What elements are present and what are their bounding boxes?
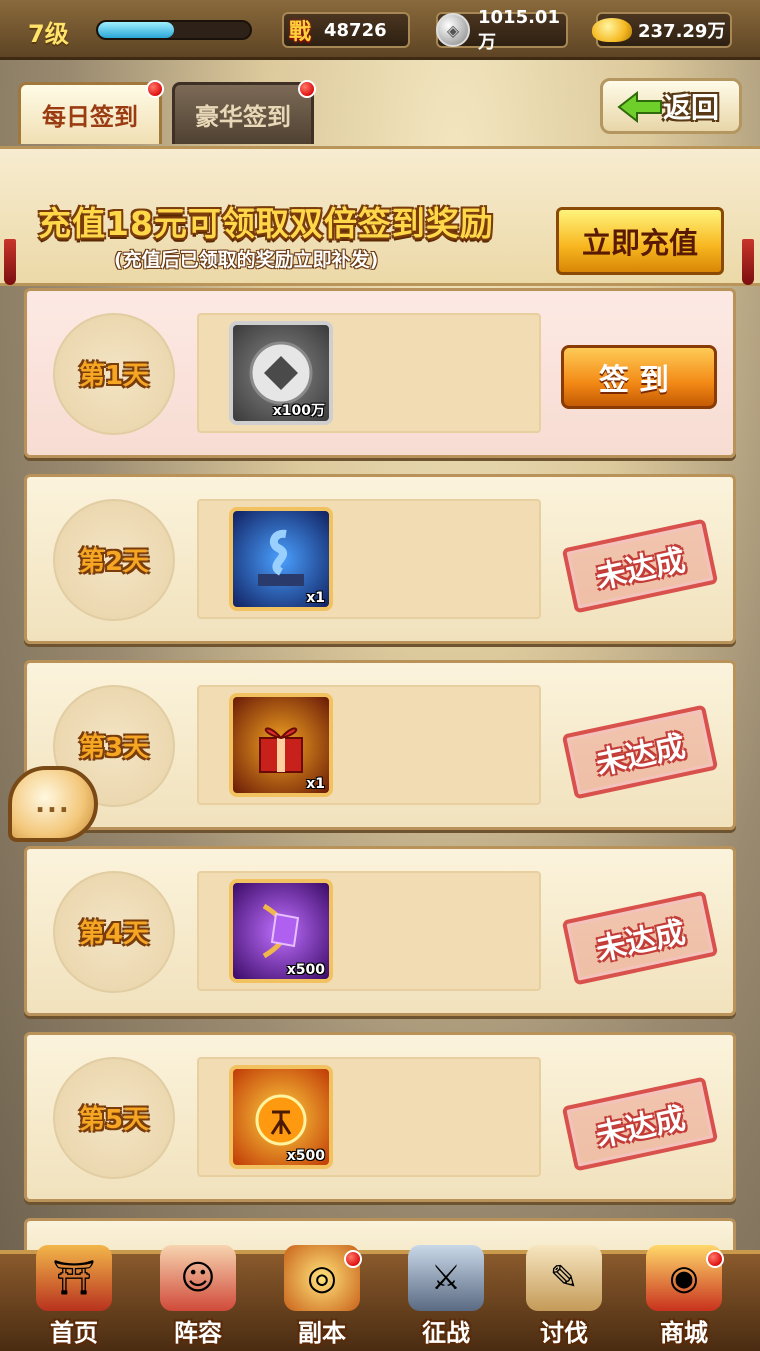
gold-value: 237.29万 [638, 21, 726, 42]
item-quantity: x100万 [272, 403, 325, 419]
silver-coin-icon: ◈ [436, 13, 470, 47]
home-pagoda-icon: ⛩ [36, 1245, 112, 1311]
nav-crusade[interactable]: ✎ 讨伐 [506, 1244, 622, 1351]
gold-currency[interactable]: 237.29万 [592, 12, 732, 48]
reward-slot: x1 [197, 685, 541, 805]
bottom-nav: ⛩ 首页 ☺ 阵容 ◎ 副本 ⚔ 征战 ✎ 讨伐 ◉ 商城 [0, 1245, 760, 1351]
bow-gem-glyph-icon [262, 903, 300, 959]
gift-glyph-icon [259, 727, 303, 773]
sign-in-button[interactable]: 签到 [561, 345, 717, 409]
day-label: 第1天 [78, 361, 150, 391]
nav-lineup[interactable]: ☺ 阵容 [140, 1244, 256, 1351]
nav-label: 首页 [50, 1319, 98, 1347]
nav-label: 商城 [660, 1319, 708, 1347]
not-achieved-stamp: 未达成 [561, 890, 719, 986]
notification-dot [344, 1250, 362, 1268]
nav-home[interactable]: ⛩ 首页 [16, 1244, 132, 1351]
day-row-1: 第1天 x100万 签到 [24, 288, 736, 458]
day-row-3: 第3天 x1 未达成 [24, 660, 736, 830]
reward-slot: x1 [197, 499, 541, 619]
combat-power: 戰 48726 [282, 12, 410, 48]
crossed-swords-icon: ⚔ [408, 1245, 484, 1311]
item-quantity: x500 [286, 962, 325, 978]
purple-bow-gem-icon[interactable]: x500 [229, 879, 333, 983]
reward-slot: x500 [197, 1057, 541, 1177]
nav-dungeon[interactable]: ◎ 副本 [264, 1244, 380, 1351]
tab-label: 豪华签到 [195, 103, 291, 131]
day-label: 第4天 [78, 919, 150, 949]
combat-power-value: 48726 [324, 19, 387, 41]
banner-title: 充值18元可领取双倍签到奖励 [38, 204, 494, 243]
not-achieved-stamp: 未达成 [561, 704, 719, 800]
item-quantity: x1 [306, 776, 325, 792]
chat-bubble-button[interactable]: ... [8, 766, 98, 842]
chat-icon: ... [35, 789, 71, 819]
item-quantity: x1 [306, 590, 325, 606]
silver-value: 1015.01万 [478, 6, 560, 53]
day-label: 第3天 [78, 733, 150, 763]
day-label: 第5天 [78, 1105, 150, 1135]
nav-label: 副本 [298, 1319, 346, 1347]
serpent-glyph-icon [258, 529, 304, 586]
silver-coin-icon[interactable]: x100万 [229, 321, 333, 425]
lineup-heroes-icon: ☺ [160, 1245, 236, 1311]
day-label: 第2天 [78, 547, 150, 577]
tab-daily-signin[interactable]: 每日签到 [18, 82, 162, 144]
notification-dot [298, 80, 316, 98]
tab-luxury-signin[interactable]: 豪华签到 [172, 82, 314, 144]
gold-ingot-icon [592, 18, 632, 42]
tab-label: 每日签到 [42, 103, 138, 131]
recharge-now-button[interactable]: 立即充值 [556, 207, 724, 275]
xp-bar [96, 20, 252, 40]
gift-box-icon[interactable]: x1 [229, 693, 333, 797]
scroll-sword-icon: ✎ [526, 1245, 602, 1311]
serpent-statue-icon[interactable]: x1 [229, 507, 333, 611]
back-button[interactable]: 返回 [600, 78, 742, 134]
silver-coin-glyph-icon [249, 341, 313, 405]
reward-slot: x500 [197, 871, 541, 991]
nav-label: 征战 [422, 1319, 470, 1347]
back-label: 返回 [662, 91, 719, 124]
notification-dot [146, 80, 164, 98]
fire-orb-icon[interactable]: x500 [229, 1065, 333, 1169]
not-achieved-stamp: 未达成 [561, 1076, 719, 1172]
nav-campaign[interactable]: ⚔ 征战 [388, 1244, 504, 1351]
banner-subtitle: (充值后已领取的奖励立即补发) [114, 249, 379, 271]
fire-orb-glyph-icon [255, 1094, 307, 1146]
nav-label: 讨伐 [540, 1319, 588, 1347]
notification-dot [706, 1250, 724, 1268]
tassel-decoration [4, 239, 16, 285]
player-level: 7级 [28, 20, 69, 48]
silver-currency[interactable]: ◈ 1015.01万 [436, 7, 568, 53]
back-arrow-icon [617, 91, 662, 123]
xp-bar-fill [98, 22, 174, 38]
top-status-bar: 7级 戰 48726 ◈ 1015.01万 237.29万 [0, 0, 760, 60]
recharge-banner: 充值18元可领取双倍签到奖励 (充值后已领取的奖励立即补发) 立即充值 [0, 146, 760, 286]
day-row-2: 第2天 x1 未达成 [24, 474, 736, 644]
not-achieved-stamp: 未达成 [561, 518, 719, 614]
combat-power-icon: 戰 [288, 20, 311, 45]
day-row-4: 第4天 x500 未达成 [24, 846, 736, 1016]
nav-label: 阵容 [174, 1319, 222, 1347]
tassel-decoration [742, 239, 754, 285]
day-row-5: 第5天 x500 未达成 [24, 1032, 736, 1202]
nav-shop[interactable]: ◉ 商城 [626, 1244, 742, 1351]
item-quantity: x500 [286, 1148, 325, 1164]
reward-slot: x100万 [197, 313, 541, 433]
